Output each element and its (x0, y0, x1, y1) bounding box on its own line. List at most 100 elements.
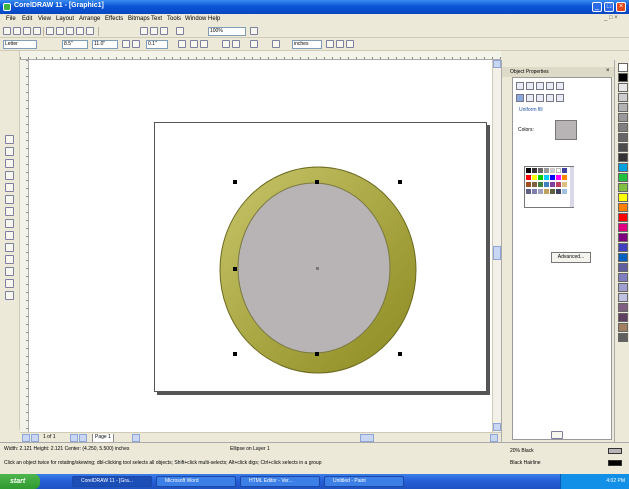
swatch-ochre[interactable] (544, 189, 549, 194)
palette-mauve[interactable] (618, 303, 628, 312)
interactive-fill-icon[interactable] (5, 291, 14, 300)
palette-40-black[interactable] (618, 113, 628, 122)
palette-orange[interactable] (618, 203, 628, 212)
palette-70-black[interactable] (618, 143, 628, 152)
palette-50-black[interactable] (618, 123, 628, 132)
paste-icon[interactable] (66, 27, 74, 35)
advanced-button[interactable]: Advanced... (551, 252, 591, 263)
vertical-ruler[interactable] (20, 60, 29, 432)
horizontal-ruler[interactable] (20, 51, 501, 60)
swatch-navy[interactable] (562, 168, 567, 173)
swatch-orange[interactable] (562, 175, 567, 180)
palette-black[interactable] (618, 73, 628, 82)
swatch-slate[interactable] (526, 189, 531, 194)
page-width-field[interactable]: 8.5" (62, 40, 88, 49)
selection-handle-bottom-left[interactable] (233, 352, 237, 356)
units-icon-2[interactable] (232, 40, 240, 48)
swatch-dark-green[interactable] (538, 182, 543, 187)
swatch-white[interactable] (556, 168, 561, 173)
swatch-red[interactable] (526, 175, 531, 180)
menu-text[interactable]: Text (151, 16, 162, 22)
new-icon[interactable] (3, 27, 11, 35)
palette-30-black[interactable] (618, 103, 628, 112)
palette-charcoal[interactable] (618, 333, 628, 342)
inner-gray-ellipse[interactable] (237, 182, 391, 354)
outline-tab-icon[interactable] (526, 82, 534, 90)
detail-tab-icon[interactable] (546, 82, 554, 90)
swatch-lavender[interactable] (532, 189, 537, 194)
ellipse-tool-icon[interactable] (5, 195, 14, 204)
selection-handle-bottom[interactable] (315, 352, 319, 356)
apply-icon[interactable] (551, 431, 563, 439)
vertical-scrollbar[interactable] (492, 60, 501, 432)
internet-tab-icon[interactable] (556, 82, 564, 90)
outline-tool-icon[interactable] (5, 267, 14, 276)
polygon-tool-icon[interactable] (5, 207, 14, 216)
page-height-field[interactable]: 11.0" (92, 40, 118, 49)
taskbar-paint[interactable]: Untitled - Paint (324, 476, 404, 487)
close-button[interactable]: × (616, 2, 626, 12)
swatch-dark-slate[interactable] (556, 189, 561, 194)
palette-blue[interactable] (618, 243, 628, 252)
swatch-cyan[interactable] (544, 175, 549, 180)
copy-icon[interactable] (56, 27, 64, 35)
maximize-button[interactable]: □ (604, 2, 614, 12)
start-button[interactable]: start (0, 474, 40, 489)
options-icon-2[interactable] (326, 40, 334, 48)
vertical-scroll-thumb[interactable] (493, 246, 501, 260)
palette-60-black[interactable] (618, 133, 628, 142)
swatch-blue[interactable] (550, 175, 555, 180)
swatch-rose[interactable] (556, 182, 561, 187)
swatch-sand[interactable] (562, 182, 567, 187)
rectangle-tool-icon[interactable] (5, 183, 14, 192)
selection-handle-bottom-right[interactable] (398, 352, 402, 356)
no-fill-icon[interactable] (556, 94, 564, 102)
palette-light-lavender[interactable] (618, 283, 628, 292)
scroll-right-button[interactable] (490, 434, 498, 442)
selection-handle-top-left[interactable] (233, 180, 237, 184)
menu-view[interactable]: View (38, 16, 51, 22)
pattern-fill-icon[interactable] (536, 94, 544, 102)
palette-pale-blue[interactable] (618, 293, 628, 302)
zoom-icon[interactable] (176, 27, 184, 35)
general-tab-icon[interactable] (536, 82, 544, 90)
swatch-green[interactable] (538, 175, 543, 180)
palette-lavender[interactable] (618, 273, 628, 282)
menu-bitmaps[interactable]: Bitmaps (128, 16, 150, 22)
selection-handle-top[interactable] (315, 180, 319, 184)
paper-type-select[interactable]: Letter (3, 40, 37, 49)
palette-lime[interactable] (618, 183, 628, 192)
landscape-icon[interactable] (132, 40, 140, 48)
scroll-up-button[interactable] (493, 60, 501, 68)
swatch-brown[interactable] (526, 182, 531, 187)
swatch-sky[interactable] (562, 189, 567, 194)
swatch-magenta[interactable] (556, 175, 561, 180)
duplicate-distance-icon[interactable] (190, 40, 198, 48)
status-outline-swatch[interactable] (608, 460, 622, 466)
units-select[interactable]: inches (292, 40, 322, 49)
swatch-grid-scrollbar[interactable] (570, 167, 574, 207)
swatch-yellow[interactable] (532, 175, 537, 180)
palette-10-black[interactable] (618, 83, 628, 92)
portrait-icon[interactable] (122, 40, 130, 48)
undo-icon[interactable] (76, 27, 84, 35)
last-page-button[interactable] (79, 434, 87, 442)
swatch-periwinkle[interactable] (538, 189, 543, 194)
duplicate-distance-icon-2[interactable] (200, 40, 208, 48)
interactive-blend-icon[interactable] (5, 243, 14, 252)
palette-royal-blue[interactable] (618, 253, 628, 262)
taskbar-coreldraw[interactable]: CorelDRAW 11 - [Gra... (72, 476, 152, 487)
import-icon[interactable] (140, 27, 148, 35)
zoom-tool-icon[interactable] (5, 159, 14, 168)
swatch-olive[interactable] (550, 189, 555, 194)
palette-80-black[interactable] (618, 153, 628, 162)
palette-green[interactable] (618, 173, 628, 182)
freehand-tool-icon[interactable] (5, 171, 14, 180)
swatch-light-gray[interactable] (550, 168, 555, 173)
swatch-mid-gray[interactable] (544, 168, 549, 173)
zoom-level-select[interactable]: 100% (208, 27, 246, 36)
export-icon[interactable] (150, 27, 158, 35)
swatch-tan[interactable] (532, 182, 537, 187)
basic-shapes-icon[interactable] (5, 219, 14, 228)
selection-handle-top-right[interactable] (398, 180, 402, 184)
